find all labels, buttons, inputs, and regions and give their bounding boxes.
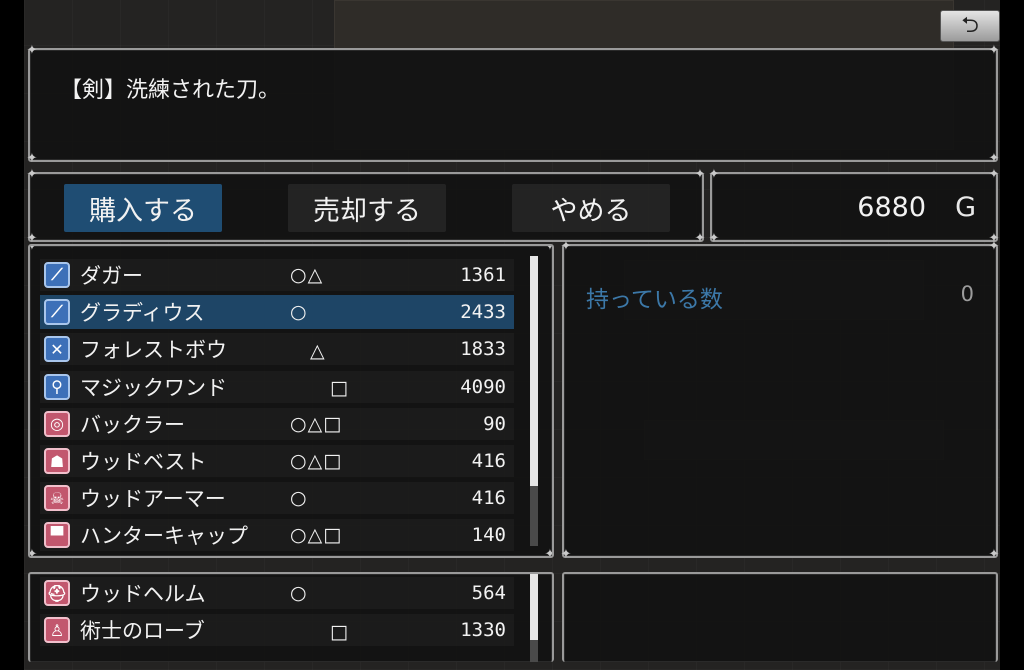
back-arrow-icon: ⮌ [961, 13, 979, 38]
item-name: バックラー [80, 412, 185, 437]
wand-icon: ⚲ [44, 373, 70, 400]
back-button[interactable]: ⮌ [940, 10, 1000, 42]
owned-count-label: 持っている数 [586, 287, 723, 313]
robe-icon: ♙ [44, 617, 70, 643]
item-name: ハンターキャップ [80, 524, 248, 549]
scrollbar-thumb-lower[interactable] [530, 574, 538, 640]
scrollbar-thumb[interactable] [530, 256, 538, 486]
help-window: ✦ ✦ ✦ ✦ 【剣】洗練された刀。 [26, 43, 1000, 166]
helm-icon: ⛑ [44, 580, 70, 606]
item-name: ダガー [80, 264, 143, 288]
owned-count-value: 0 [960, 282, 974, 306]
item-row[interactable]: ⟋ グラディウス ○ 2433 [40, 295, 514, 330]
item-name: ウッドベスト [80, 450, 207, 474]
gold-unit: G [955, 192, 976, 223]
item-price: 1361 [460, 264, 506, 286]
item-row[interactable]: ⚲ マジックワンド □ 4090 [40, 370, 514, 404]
item-list-window: ✦✦✦✦ ⟋ダガー○△1361⟋グラディウス○2433✕フォレストボウ △183… [28, 244, 554, 558]
item-price: 416 [471, 450, 506, 472]
cap-icon: ▀ [44, 522, 70, 549]
item-price: 2433 [460, 301, 506, 324]
item-price: 140 [471, 524, 506, 547]
item-row[interactable]: ⛑ ウッドヘルム ○ 564 [40, 576, 514, 610]
status-window-lower [562, 572, 998, 662]
item-row[interactable]: ◎ バックラー ○△□ 90 [40, 407, 514, 441]
shop-command-window: ✦ ✦ ✦ ✦ 購入する 売却する やめる [26, 167, 706, 246]
item-row[interactable]: ☗ ウッドベスト ○△□ 416 [40, 444, 514, 478]
status-window: ✦ ✦ ✦ ✦ 持っている数 0 [560, 239, 1000, 562]
vest-icon: ☗ [44, 448, 70, 474]
item-name: マジックワンド [80, 375, 227, 400]
item-name: グラディウス [80, 301, 205, 326]
item-list-window-lower: ⛑ ウッドヘルム ○ 564 ♙ 術士のローブ □ 1330 [28, 572, 554, 662]
item-row[interactable]: ▀ ハンターキャップ ○△□ 140 [40, 518, 514, 552]
equip-marks: ○△□ [290, 450, 343, 472]
equip-marks: ○ [290, 582, 308, 604]
dagger-icon: ⟋ [44, 262, 70, 288]
item-name: 術士のローブ [80, 619, 205, 643]
gold-window: ✦ ✦ ✦ ✦ 6880 G [708, 167, 1000, 246]
item-price: 90 [483, 412, 506, 435]
equip-marks: ○△□ [290, 412, 343, 435]
item-row[interactable]: ⟋ ダガー ○△ 1361 [40, 258, 514, 292]
item-price: 564 [471, 582, 506, 604]
shield-icon: ◎ [44, 410, 70, 437]
item-description: 【剣】洗練された刀。 [60, 78, 281, 103]
equip-marks: □ [290, 620, 349, 643]
item-name: ウッドアーマー [80, 487, 226, 512]
equip-marks: ○△□ [290, 524, 343, 547]
item-price: 1330 [460, 619, 506, 641]
buy-command[interactable]: 購入する [64, 184, 222, 232]
equip-marks: △ [290, 339, 326, 362]
equip-marks: ○ [290, 301, 308, 324]
item-price: 416 [471, 487, 506, 510]
equip-marks: ○△ [290, 264, 324, 286]
bow-icon: ✕ [44, 336, 70, 363]
equip-marks: ○ [290, 487, 308, 510]
equip-marks: □ [290, 377, 349, 400]
item-row[interactable]: ♙ 術士のローブ □ 1330 [40, 613, 514, 647]
item-row[interactable]: ✕ フォレストボウ △ 1833 [40, 332, 514, 366]
item-name: フォレストボウ [80, 338, 227, 363]
sword-icon: ⟋ [44, 299, 70, 326]
cancel-command[interactable]: やめる [512, 184, 670, 232]
gold-amount: 6880 [857, 192, 926, 223]
item-price: 1833 [460, 338, 506, 361]
item-price: 4090 [460, 375, 506, 398]
sell-command[interactable]: 売却する [288, 184, 446, 232]
item-name: ウッドヘルム [80, 582, 206, 606]
armor-icon: ☠ [44, 485, 70, 512]
item-row[interactable]: ☠ ウッドアーマー ○ 416 [40, 481, 514, 515]
